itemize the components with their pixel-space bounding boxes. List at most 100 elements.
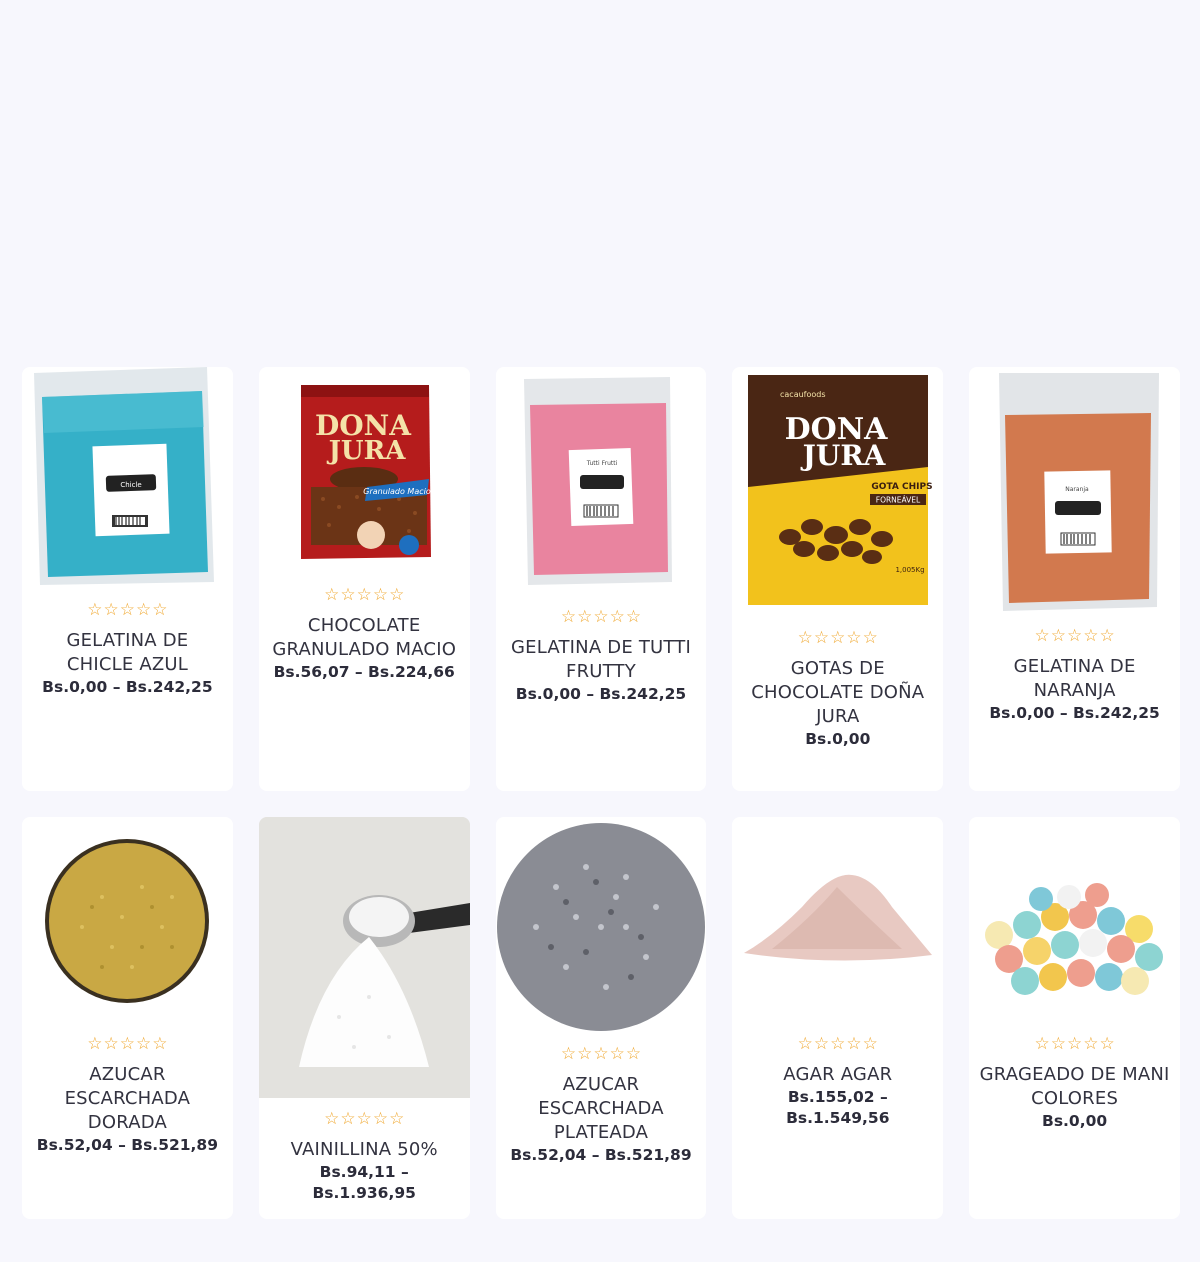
product-card[interactable]: ☆ ☆ ☆ ☆ ☆ GRAGEADO DE MANI COLORES Bs.0,00 <box>969 817 1180 1219</box>
brand-small-text: cacaufoods <box>780 390 826 399</box>
product-title[interactable]: AZUCAR ESCARCHADA DORADA <box>22 1063 233 1135</box>
product-image[interactable] <box>258 817 470 1098</box>
star-icon: ☆ <box>830 628 846 648</box>
star-icon: ☆ <box>560 607 577 627</box>
rating-stars: ☆ ☆ ☆ ☆ ☆ <box>561 1045 641 1063</box>
product-title[interactable]: GELATINA DE NARANJA <box>969 655 1180 703</box>
star-icon: ☆ <box>356 1109 372 1129</box>
product-price: Bs.0,00 – Bs.242,25 <box>989 704 1160 722</box>
star-icon: ☆ <box>119 1034 136 1054</box>
rating-stars: ☆ ☆ ☆ ☆ ☆ <box>87 601 167 619</box>
product-title[interactable]: AGAR AGAR <box>773 1063 902 1087</box>
star-icon: ☆ <box>340 585 356 605</box>
product-title[interactable]: GRAGEADO DE MANI COLORES <box>969 1063 1180 1111</box>
bag-tag-text: Tutti Frutti <box>585 460 617 467</box>
star-icon: ☆ <box>1050 626 1066 646</box>
product-row: ☆ ☆ ☆ ☆ ☆ AZUCAR ESCARCHADA DORADA Bs.52,04 … <box>22 817 1180 1219</box>
star-icon: ☆ <box>862 1034 878 1054</box>
star-icon: ☆ <box>389 1109 405 1129</box>
star-icon: ☆ <box>797 628 813 648</box>
product-image[interactable]: Naranja <box>969 367 1180 615</box>
product-image[interactable] <box>969 817 1180 1023</box>
star-icon: ☆ <box>356 585 372 605</box>
star-icon: ☆ <box>152 600 168 620</box>
product-title[interactable]: GELATINA DE CHICLE AZUL <box>22 629 233 677</box>
rating-stars: ☆ ☆ ☆ ☆ ☆ <box>798 1035 878 1053</box>
product-image[interactable] <box>496 817 707 1033</box>
star-icon: ☆ <box>830 1034 846 1054</box>
product-image[interactable]: Tutti Frutti <box>496 367 707 596</box>
product-card[interactable]: ☆ ☆ ☆ ☆ ☆ AGAR AGAR Bs.155,02 – Bs.1.549,56 <box>732 817 944 1219</box>
product-price: Bs.155,02 – Bs.1.549,56 <box>786 1088 890 1127</box>
star-icon: ☆ <box>577 607 593 627</box>
bag-tag-text: Naranja <box>1065 486 1089 493</box>
star-icon: ☆ <box>560 1044 577 1064</box>
star-icon: ☆ <box>372 585 389 605</box>
product-price: Bs.0,00 – Bs.242,25 <box>515 685 687 703</box>
product-card[interactable]: Chicle ☆ ☆ ☆ ☆ ☆ GELATINA DE CHICLE AZUL Bs.… <box>22 367 233 791</box>
product-image[interactable] <box>22 817 233 1023</box>
star-icon: ☆ <box>846 1034 862 1054</box>
star-icon: ☆ <box>577 1044 593 1064</box>
star-icon: ☆ <box>1034 1034 1050 1054</box>
product-title[interactable]: GOTAS DE CHOCOLATE DOÑA JURA <box>732 657 943 729</box>
star-icon: ☆ <box>1099 626 1115 646</box>
star-icon: ☆ <box>372 1109 389 1129</box>
rating-stars: ☆ ☆ ☆ ☆ ☆ <box>1034 1035 1114 1053</box>
star-icon: ☆ <box>846 628 862 648</box>
rating-stars: ☆ ☆ ☆ ☆ ☆ <box>324 1110 404 1128</box>
star-icon: ☆ <box>324 585 340 605</box>
star-icon: ☆ <box>813 628 830 648</box>
product-card[interactable]: Tutti Frutti ☆ ☆ ☆ ☆ ☆ GELATINA DE TUTTI FRU… <box>495 367 707 791</box>
product-price: Bs.52,04 – Bs.521,89 <box>510 1146 692 1164</box>
star-icon: ☆ <box>340 1109 356 1129</box>
star-icon: ☆ <box>1083 1034 1099 1054</box>
star-icon: ☆ <box>625 1044 642 1064</box>
weight-text: 1,005Kg <box>896 566 925 574</box>
product-image[interactable] <box>732 817 943 1023</box>
star-icon: ☆ <box>389 585 405 605</box>
product-card[interactable]: Naranja ☆ ☆ ☆ ☆ ☆ GELATINA DE NARANJA Bs.0,0… <box>969 367 1180 791</box>
product-label-text: FORNEÁVEL <box>876 496 921 505</box>
star-icon: ☆ <box>1099 1034 1115 1054</box>
star-icon: ☆ <box>103 600 119 620</box>
product-card[interactable]: cacaufoods DONA JURA GOTA CHIPS FORNEÁVE… <box>732 367 944 791</box>
product-row: Chicle ☆ ☆ ☆ ☆ ☆ GELATINA DE CHICLE AZUL Bs.… <box>22 367 1180 791</box>
product-price: Bs.56,07 – Bs.224,66 <box>273 663 455 681</box>
star-icon: ☆ <box>609 1044 625 1064</box>
star-icon: ☆ <box>813 1034 830 1054</box>
star-icon: ☆ <box>1066 1034 1083 1054</box>
product-image[interactable]: cacaufoods DONA JURA GOTA CHIPS FORNEÁVE… <box>732 367 943 617</box>
product-image[interactable]: DONA JURA Granulado Macio <box>259 367 470 574</box>
star-icon: ☆ <box>1083 626 1099 646</box>
product-grid: Chicle ☆ ☆ ☆ ☆ ☆ GELATINA DE CHICLE AZUL Bs.… <box>22 367 1180 1245</box>
product-card[interactable]: ☆ ☆ ☆ ☆ ☆ VAINILLINA 50% Bs.94,11 – Bs.1.936… <box>258 817 470 1219</box>
star-icon: ☆ <box>862 628 878 648</box>
product-price: Bs.0,00 <box>1042 1112 1108 1130</box>
product-card[interactable]: ☆ ☆ ☆ ☆ ☆ AZUCAR ESCARCHADA PLATEADA Bs.52,0… <box>495 817 707 1219</box>
product-card[interactable]: DONA JURA Granulado Macio ☆ ☆ ☆ ☆ ☆ CHOCOLAT… <box>258 367 470 791</box>
star-icon: ☆ <box>87 1034 103 1054</box>
product-label-text: GOTA CHIPS <box>872 482 933 492</box>
star-icon: ☆ <box>1034 626 1050 646</box>
product-title[interactable]: VAINILLINA 50% <box>281 1138 448 1162</box>
bag-tag-text: Chicle <box>120 481 141 489</box>
product-image[interactable]: Chicle <box>22 367 233 589</box>
product-title[interactable]: AZUCAR ESCARCHADA PLATEADA <box>496 1073 707 1145</box>
product-label-text: Granulado Macio <box>363 487 431 496</box>
star-icon: ☆ <box>119 600 136 620</box>
product-title[interactable]: CHOCOLATE GRANULADO MACIO <box>259 614 470 662</box>
rating-stars: ☆ ☆ ☆ ☆ ☆ <box>324 586 404 604</box>
product-price: Bs.0,00 <box>805 730 871 748</box>
rating-stars: ☆ ☆ ☆ ☆ ☆ <box>561 608 641 626</box>
star-icon: ☆ <box>103 1034 119 1054</box>
product-price: Bs.52,04 – Bs.521,89 <box>36 1136 219 1154</box>
star-icon: ☆ <box>797 1034 813 1054</box>
rating-stars: ☆ ☆ ☆ ☆ ☆ <box>1034 627 1114 645</box>
product-card[interactable]: ☆ ☆ ☆ ☆ ☆ AZUCAR ESCARCHADA DORADA Bs.52,04 … <box>22 817 233 1219</box>
rating-stars: ☆ ☆ ☆ ☆ ☆ <box>798 629 878 647</box>
star-icon: ☆ <box>1050 1034 1066 1054</box>
star-icon: ☆ <box>136 1034 152 1054</box>
rating-stars: ☆ ☆ ☆ ☆ ☆ <box>87 1035 167 1053</box>
product-title[interactable]: GELATINA DE TUTTI FRUTTY <box>496 636 707 684</box>
